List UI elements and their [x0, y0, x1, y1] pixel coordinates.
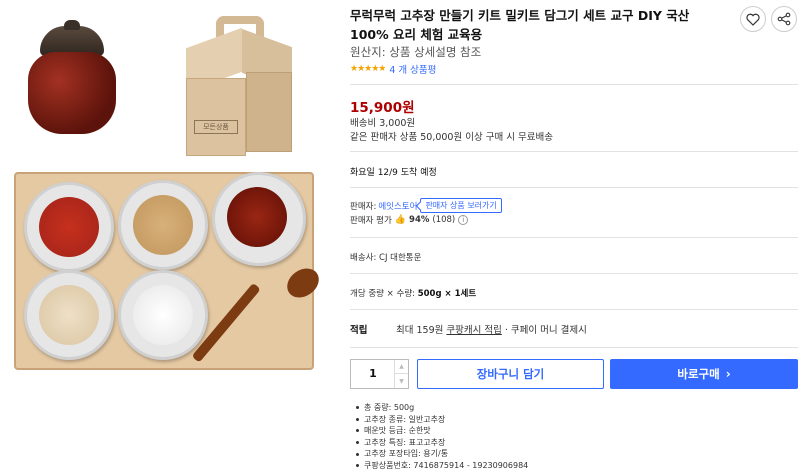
- quantity-stepper: ▲ ▼: [350, 359, 409, 389]
- info-icon[interactable]: i: [458, 215, 469, 225]
- jar-body: [28, 52, 116, 134]
- seller-products-button[interactable]: 판매자 상품 보러가기: [420, 198, 502, 213]
- product-details-list: 총 중량: 500g 고추장 종류: 일반고추장 매운맛 등급: 순한맛 고추장…: [350, 402, 528, 472]
- thumbs-up-icon: 👍: [394, 215, 407, 225]
- list-item: 고추장 특징: 표고고추장: [350, 437, 528, 449]
- arrival-date: 화요일 12/9 도착 예정: [350, 168, 437, 178]
- seller-rating-percent: 94%: [409, 215, 430, 225]
- seller-rating-count: (108): [432, 215, 456, 225]
- wishlist-button[interactable]: [740, 6, 766, 32]
- carrier-info: 배송사: CJ 대한통운: [350, 253, 422, 263]
- gochujang-jar-image: [28, 20, 116, 134]
- product-title: 무럭무럭 고추장 만들기 키트 밀키트 담그기 세트 교구 DIY 국산 100…: [350, 8, 690, 42]
- divider: [350, 273, 798, 274]
- quantity-increase-button[interactable]: ▲: [395, 360, 408, 374]
- quantity-decrease-button[interactable]: ▼: [395, 374, 408, 388]
- origin-text: 원산지: 상품 상세설명 참조: [350, 45, 482, 59]
- reward-condition: · 쿠페이 머니 결제시: [504, 325, 587, 336]
- list-item: 총 중량: 500g: [350, 402, 528, 414]
- coupang-cash-link[interactable]: 쿠팡캐시 적립: [446, 322, 501, 336]
- reward-label: 적립: [350, 325, 368, 336]
- red-pepper-powder-bowl: [24, 182, 114, 272]
- option-info: 개당 중량 × 수량: 500g × 1세트: [350, 287, 476, 299]
- divider: [350, 151, 798, 152]
- box-label: 모든상품: [194, 120, 238, 134]
- list-item: 고추장 종류: 일반고추장: [350, 414, 528, 426]
- syrup-bowl: [212, 172, 306, 266]
- free-shipping-condition: 같은 판매자 상품 50,000원 이상 구매 시 무료배송: [350, 132, 553, 143]
- price: 15,900원: [350, 100, 415, 116]
- quantity-input[interactable]: [351, 360, 395, 388]
- rice-powder-bowl: [24, 270, 114, 360]
- product-info-panel: 무럭무럭 고추장 만들기 키트 밀키트 담그기 세트 교구 DIY 국산 100…: [350, 0, 800, 476]
- add-to-cart-button[interactable]: 장바구니 담기: [417, 359, 604, 389]
- list-item: 고추장 포장타입: 용기/통: [350, 448, 528, 460]
- product-image: 모든상품: [0, 0, 330, 476]
- divider: [350, 347, 798, 348]
- divider: [350, 309, 798, 310]
- product-rating[interactable]: ★★★★★ 4 개 상품평: [350, 62, 436, 76]
- star-icon: ★★★★★: [350, 64, 386, 74]
- seller-label: 판매자:: [350, 201, 377, 212]
- shipping-fee: 배송비 3,000원: [350, 118, 416, 129]
- list-item: 매운맛 등급: 순한맛: [350, 425, 528, 437]
- reward-info: 적립 최대 159원 쿠팡캐시 적립 · 쿠페이 머니 결제시: [350, 322, 587, 336]
- meju-powder-bowl: [118, 180, 208, 270]
- divider: [350, 237, 798, 238]
- share-button[interactable]: [771, 6, 797, 32]
- seller-name-link[interactable]: 에잇스토어: [378, 200, 417, 212]
- salt-bowl: [118, 270, 208, 360]
- buy-now-label: 바로구매: [677, 367, 720, 381]
- reward-amount: 최대 159원: [396, 325, 444, 336]
- seller-rating: 판매자 평가 👍 94% (108) i: [350, 214, 469, 226]
- share-icon: [777, 12, 791, 26]
- seller-info: 판매자: 에잇스토어 판매자 상품 보러가기: [350, 198, 502, 213]
- divider: [350, 84, 798, 85]
- option-value: 500g × 1세트: [417, 289, 477, 299]
- buy-now-button[interactable]: 바로구매 ›: [610, 359, 798, 389]
- divider: [350, 187, 798, 188]
- heart-icon: [746, 13, 760, 26]
- review-count-link[interactable]: 4 개 상품평: [389, 62, 436, 76]
- option-label: 개당 중량 × 수량:: [350, 289, 418, 299]
- kit-box-image: 모든상품: [182, 16, 298, 156]
- list-item: 쿠팡상품번호: 7416875914 - 19230906984: [350, 460, 528, 472]
- seller-rating-label: 판매자 평가: [350, 216, 392, 226]
- chevron-right-icon: ›: [725, 367, 731, 381]
